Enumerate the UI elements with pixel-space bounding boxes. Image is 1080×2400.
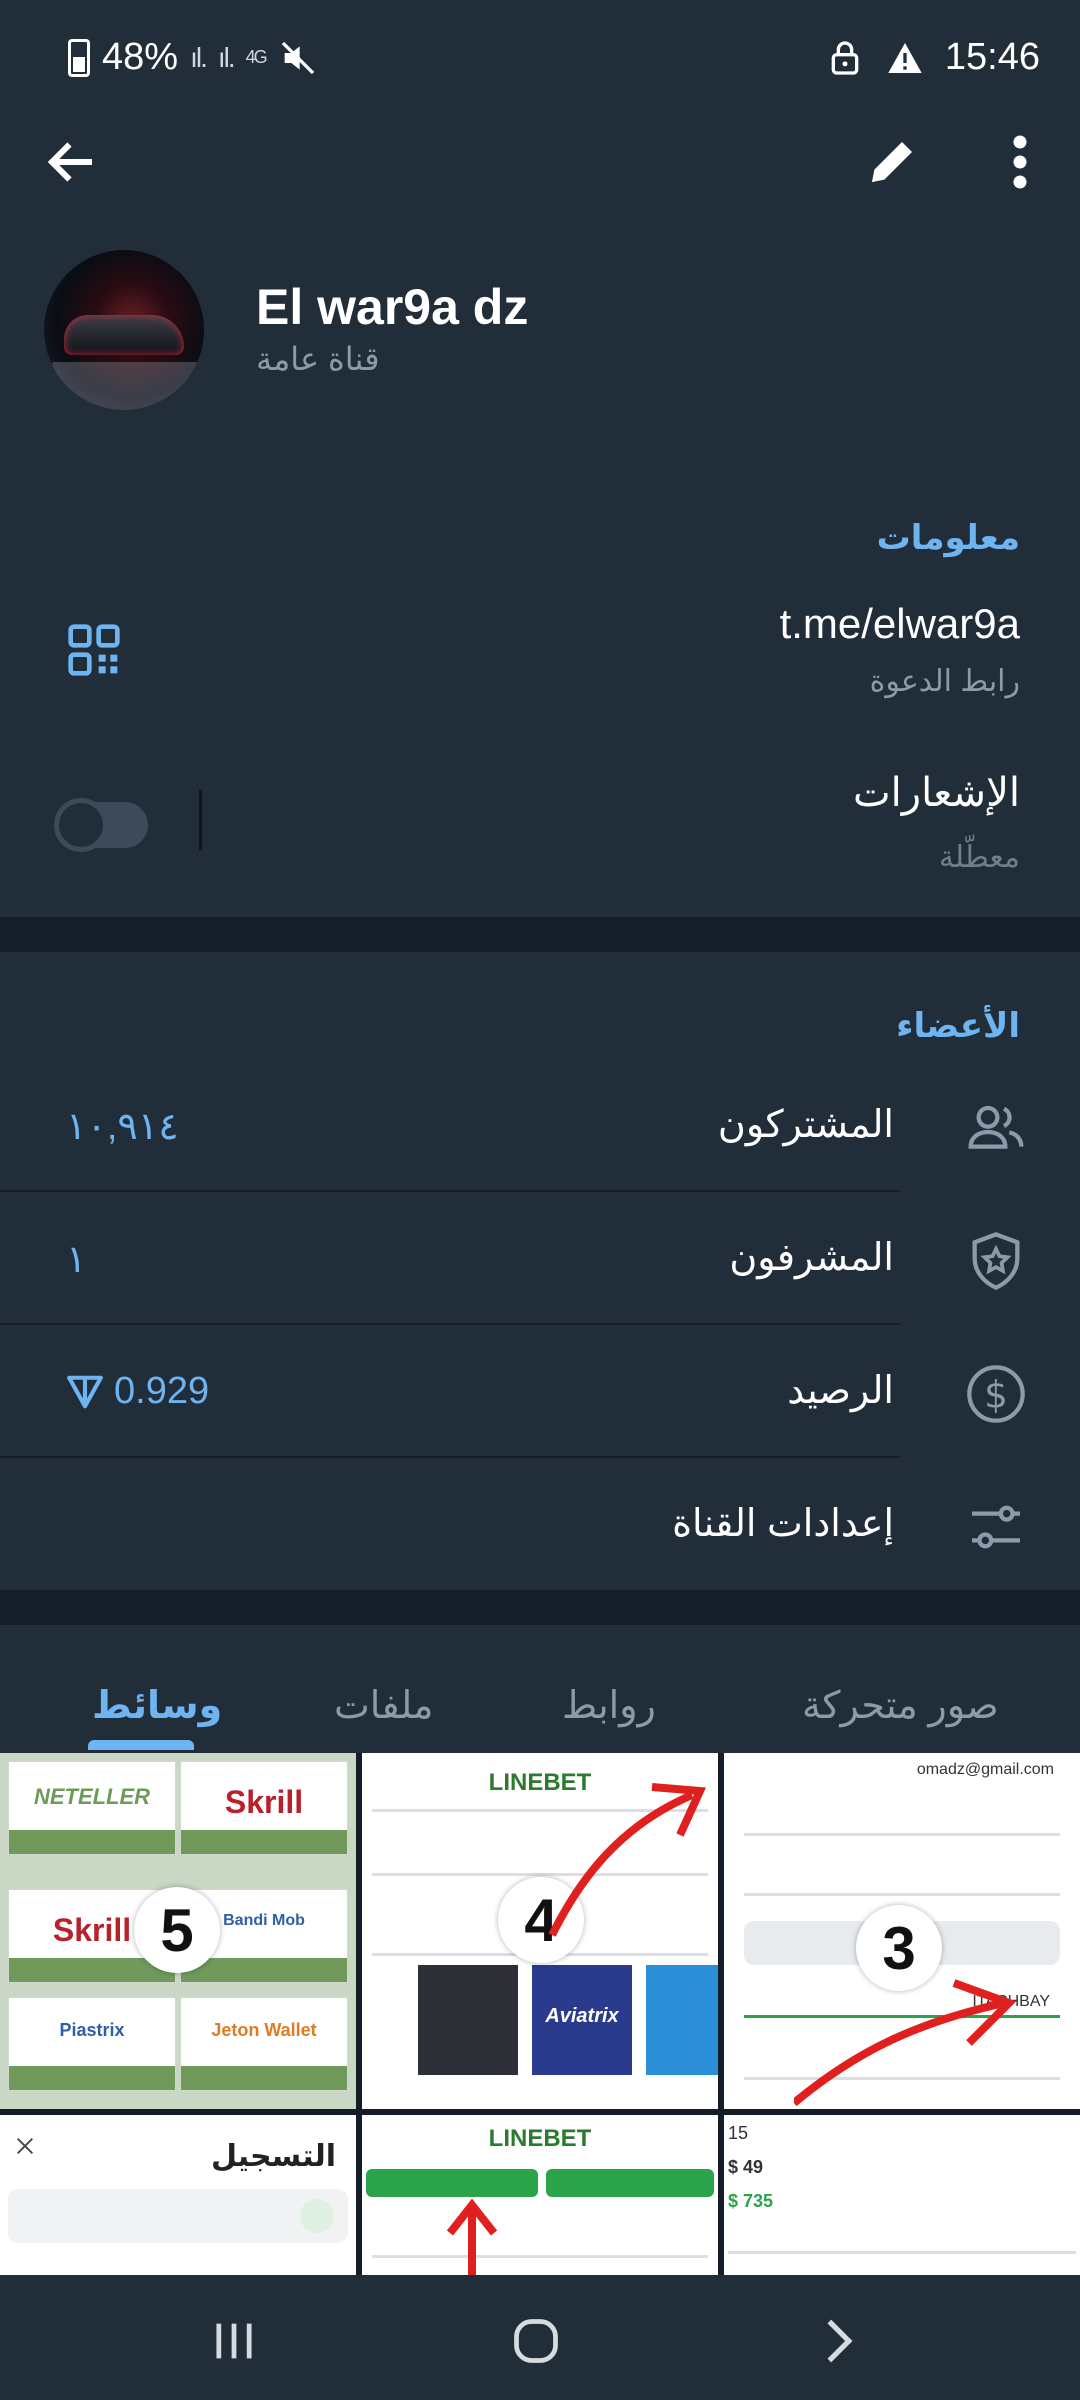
- row-divider: [0, 1323, 900, 1325]
- signal-icon-2: ıl.: [217, 41, 236, 73]
- media-thumbnail[interactable]: omadz@gmail.com ITACHBAY 3: [724, 1753, 1080, 2109]
- step-badge: 5: [134, 1887, 220, 1973]
- balance-value: 0.929: [114, 1370, 210, 1412]
- channel-settings-label: إعدادات القناة: [672, 1503, 894, 1545]
- toggle-knob: [54, 798, 108, 852]
- payment-card: NETELLER: [8, 1761, 176, 1855]
- sliders-icon: [972, 1505, 1020, 1549]
- row-divider: [0, 1456, 900, 1458]
- promo-image: Aviatrix: [532, 1965, 632, 2075]
- invite-link[interactable]: t.me/elwar9a: [780, 600, 1020, 648]
- balance-label: الرصيد: [787, 1370, 894, 1412]
- clock: 15:46: [944, 36, 1040, 78]
- payment-card: Piastrix: [8, 1997, 176, 2091]
- media-grid: NETELLER Skrill Skrill Bandi Mob Piastri…: [0, 1753, 1080, 2275]
- svg-text:$: $: [984, 1372, 1008, 1416]
- media-thumbnail[interactable]: 15 $ 49 $ 735: [724, 2115, 1080, 2275]
- dollar-circle-icon: $: [967, 1365, 1025, 1423]
- members-section-title: الأعضاء: [896, 1007, 1020, 1045]
- edit-pencil-icon[interactable]: [862, 132, 922, 192]
- promo-image: [418, 1965, 518, 2075]
- ton-icon: [67, 1375, 103, 1408]
- signal-icon: ıl.: [190, 41, 208, 73]
- network-type: 4G: [245, 47, 268, 67]
- people-icon: [968, 1105, 1024, 1149]
- channel-name: El war9a dz: [256, 279, 529, 335]
- payment-card: Jeton Wallet: [180, 1997, 348, 2091]
- battery-percent: 48%: [102, 36, 179, 78]
- divider: [199, 790, 202, 850]
- channel-type: قناة عامة: [256, 341, 380, 377]
- qr-code-icon[interactable]: [66, 622, 122, 678]
- info-section-title: معلومات: [876, 519, 1020, 557]
- chevron-right-icon[interactable]: [812, 2315, 864, 2367]
- mute-icon: [281, 41, 314, 74]
- red-arrow: [548, 1783, 706, 1937]
- media-tabs: صور متحركة روابط ملفات وسائط: [0, 1625, 1080, 1753]
- row-divider: [0, 1190, 900, 1192]
- notifications-status: معطّلة: [938, 841, 1020, 874]
- status-bar: 48% ıl. ıl. 4G 15:46: [0, 0, 1080, 120]
- tab-links[interactable]: روابط: [562, 1683, 656, 1728]
- payment-card: Skrill: [180, 1761, 348, 1855]
- tab-gifs[interactable]: صور متحركة: [802, 1683, 999, 1728]
- subscribers-count: ١٠,٩١٤: [66, 1106, 179, 1148]
- admins-count: ١: [66, 1239, 87, 1281]
- home-icon[interactable]: [510, 2315, 562, 2367]
- notifications-label[interactable]: الإشعارات: [853, 770, 1020, 816]
- notifications-toggle[interactable]: [54, 798, 148, 852]
- invite-link-label: رابط الدعوة: [869, 665, 1020, 698]
- red-arrow: [446, 2199, 498, 2275]
- media-thumbnail[interactable]: LINEBET: [362, 2115, 718, 2275]
- bolt-icon: [300, 2199, 334, 2233]
- close-icon: [17, 2138, 33, 2154]
- system-navigation-bar: [0, 2275, 1080, 2400]
- warning-icon: [888, 42, 922, 73]
- more-vertical-icon[interactable]: [1000, 132, 1040, 192]
- admins-label: المشرفون: [729, 1237, 894, 1279]
- tab-media[interactable]: وسائط: [92, 1683, 222, 1728]
- media-thumbnail[interactable]: التسجيل: [0, 2115, 356, 2275]
- admins-row[interactable]: المشرفون ١: [0, 1193, 1080, 1325]
- back-arrow-icon[interactable]: [42, 132, 102, 192]
- channel-settings-row[interactable]: إعدادات القناة: [0, 1459, 1080, 1591]
- red-arrow: [794, 1979, 1017, 2107]
- lock-icon: [831, 40, 859, 75]
- battery-icon: [68, 38, 90, 77]
- promo-image: [646, 1965, 718, 2075]
- balance-value-group: 0.929: [66, 1370, 209, 1413]
- recent-apps-icon[interactable]: [208, 2315, 260, 2367]
- balance-row[interactable]: الرصيد 0.929 $: [0, 1326, 1080, 1458]
- active-tab-indicator: [88, 1740, 194, 1750]
- media-thumbnail[interactable]: LINEBET Aviatrix 4: [362, 1753, 718, 2109]
- channel-avatar[interactable]: [44, 250, 204, 410]
- subscribers-row[interactable]: المشتركون ١٠,٩١٤: [0, 1060, 1080, 1192]
- shield-star-icon: [972, 1232, 1020, 1291]
- tab-files[interactable]: ملفات: [334, 1683, 434, 1728]
- media-thumbnail[interactable]: NETELLER Skrill Skrill Bandi Mob Piastri…: [0, 1753, 356, 2109]
- subscribers-label: المشتركون: [717, 1104, 894, 1146]
